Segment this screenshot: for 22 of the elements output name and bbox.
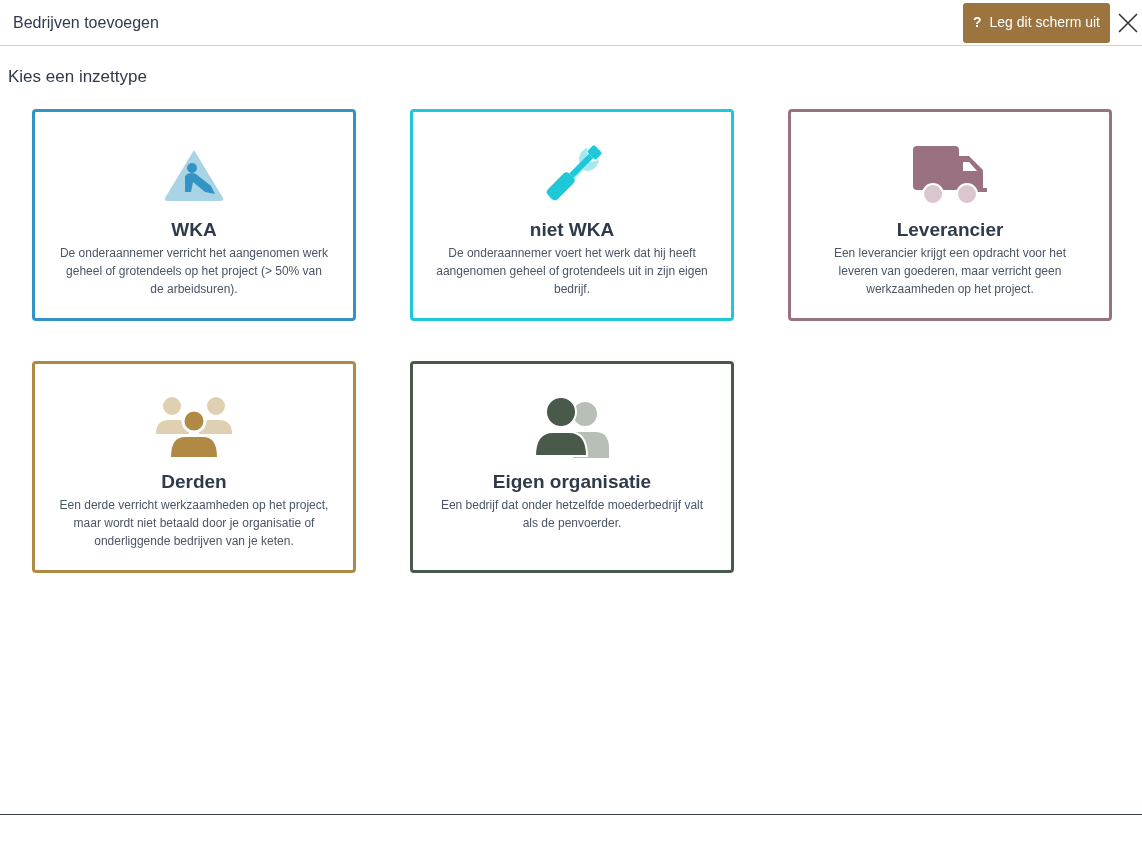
close-button[interactable]	[1116, 10, 1140, 35]
dialog-title: Bedrijven toevoegen	[13, 12, 160, 33]
card-title: WKA	[171, 217, 217, 242]
type-card[interactable]: Eigen organisatie Een bedrijf dat onder hetzelfde moederbedrijf valt als de penvoerder.	[410, 360, 734, 573]
type-card[interactable]: Leverancier Een leverancier krijgt een opdracht voor het leveren van goederen, maar verricht geen werkzaamheden op het project.	[788, 108, 1112, 321]
card-description: Een leverancier krijgt een opdracht voor het leveren van goederen, maar verricht geen werkzaamheden op het project.	[832, 244, 1068, 298]
card-description: De onderaannemer verricht het aangenomen werk geheel of grotendeels op het project (> 50% van de arbeidsuren).	[58, 244, 330, 298]
section-title: Kies een inzettype	[7, 66, 147, 88]
card-title: Leverancier	[896, 217, 1004, 242]
type-card[interactable]: Derden Een derde verricht werkzaamheden op het project, maar wordt niet betaald door je organisatie of onderliggende bedrijven van je keten.	[32, 360, 356, 573]
truck-icon	[911, 143, 989, 206]
card-description: De onderaannemer voert het werk dat hij heeft aangenomen geheel of grotendeels uit in zijn eigen bedrijf.	[436, 244, 708, 298]
people-group-icon	[155, 395, 233, 458]
card-description: Een derde verricht werkzaamheden op het project, maar wordt niet betaald door je organisatie of onderliggende bedrijven van je keten.	[58, 496, 330, 550]
type-card[interactable]: niet WKA De onderaannemer voert het werk dat hij heeft aangenomen geheel of grotendeels uit in zijn eigen bedrijf.	[410, 108, 734, 321]
card-title: Derden	[161, 469, 227, 494]
people-pair-icon	[533, 395, 611, 458]
type-card[interactable]: WKA De onderaannemer verricht het aangenomen werk geheel of grotendeels op het project (> 50% van de arbeidsuren).	[32, 108, 356, 321]
help-button[interactable]: ? Leg dit scherm uit	[962, 2, 1110, 43]
card-description: Een bedrijf dat onder hetzelfde moederbedrijf valt als de penvoerder.	[439, 496, 705, 532]
card-title: Eigen organisatie	[492, 469, 652, 494]
card-title: niet WKA	[529, 217, 615, 242]
